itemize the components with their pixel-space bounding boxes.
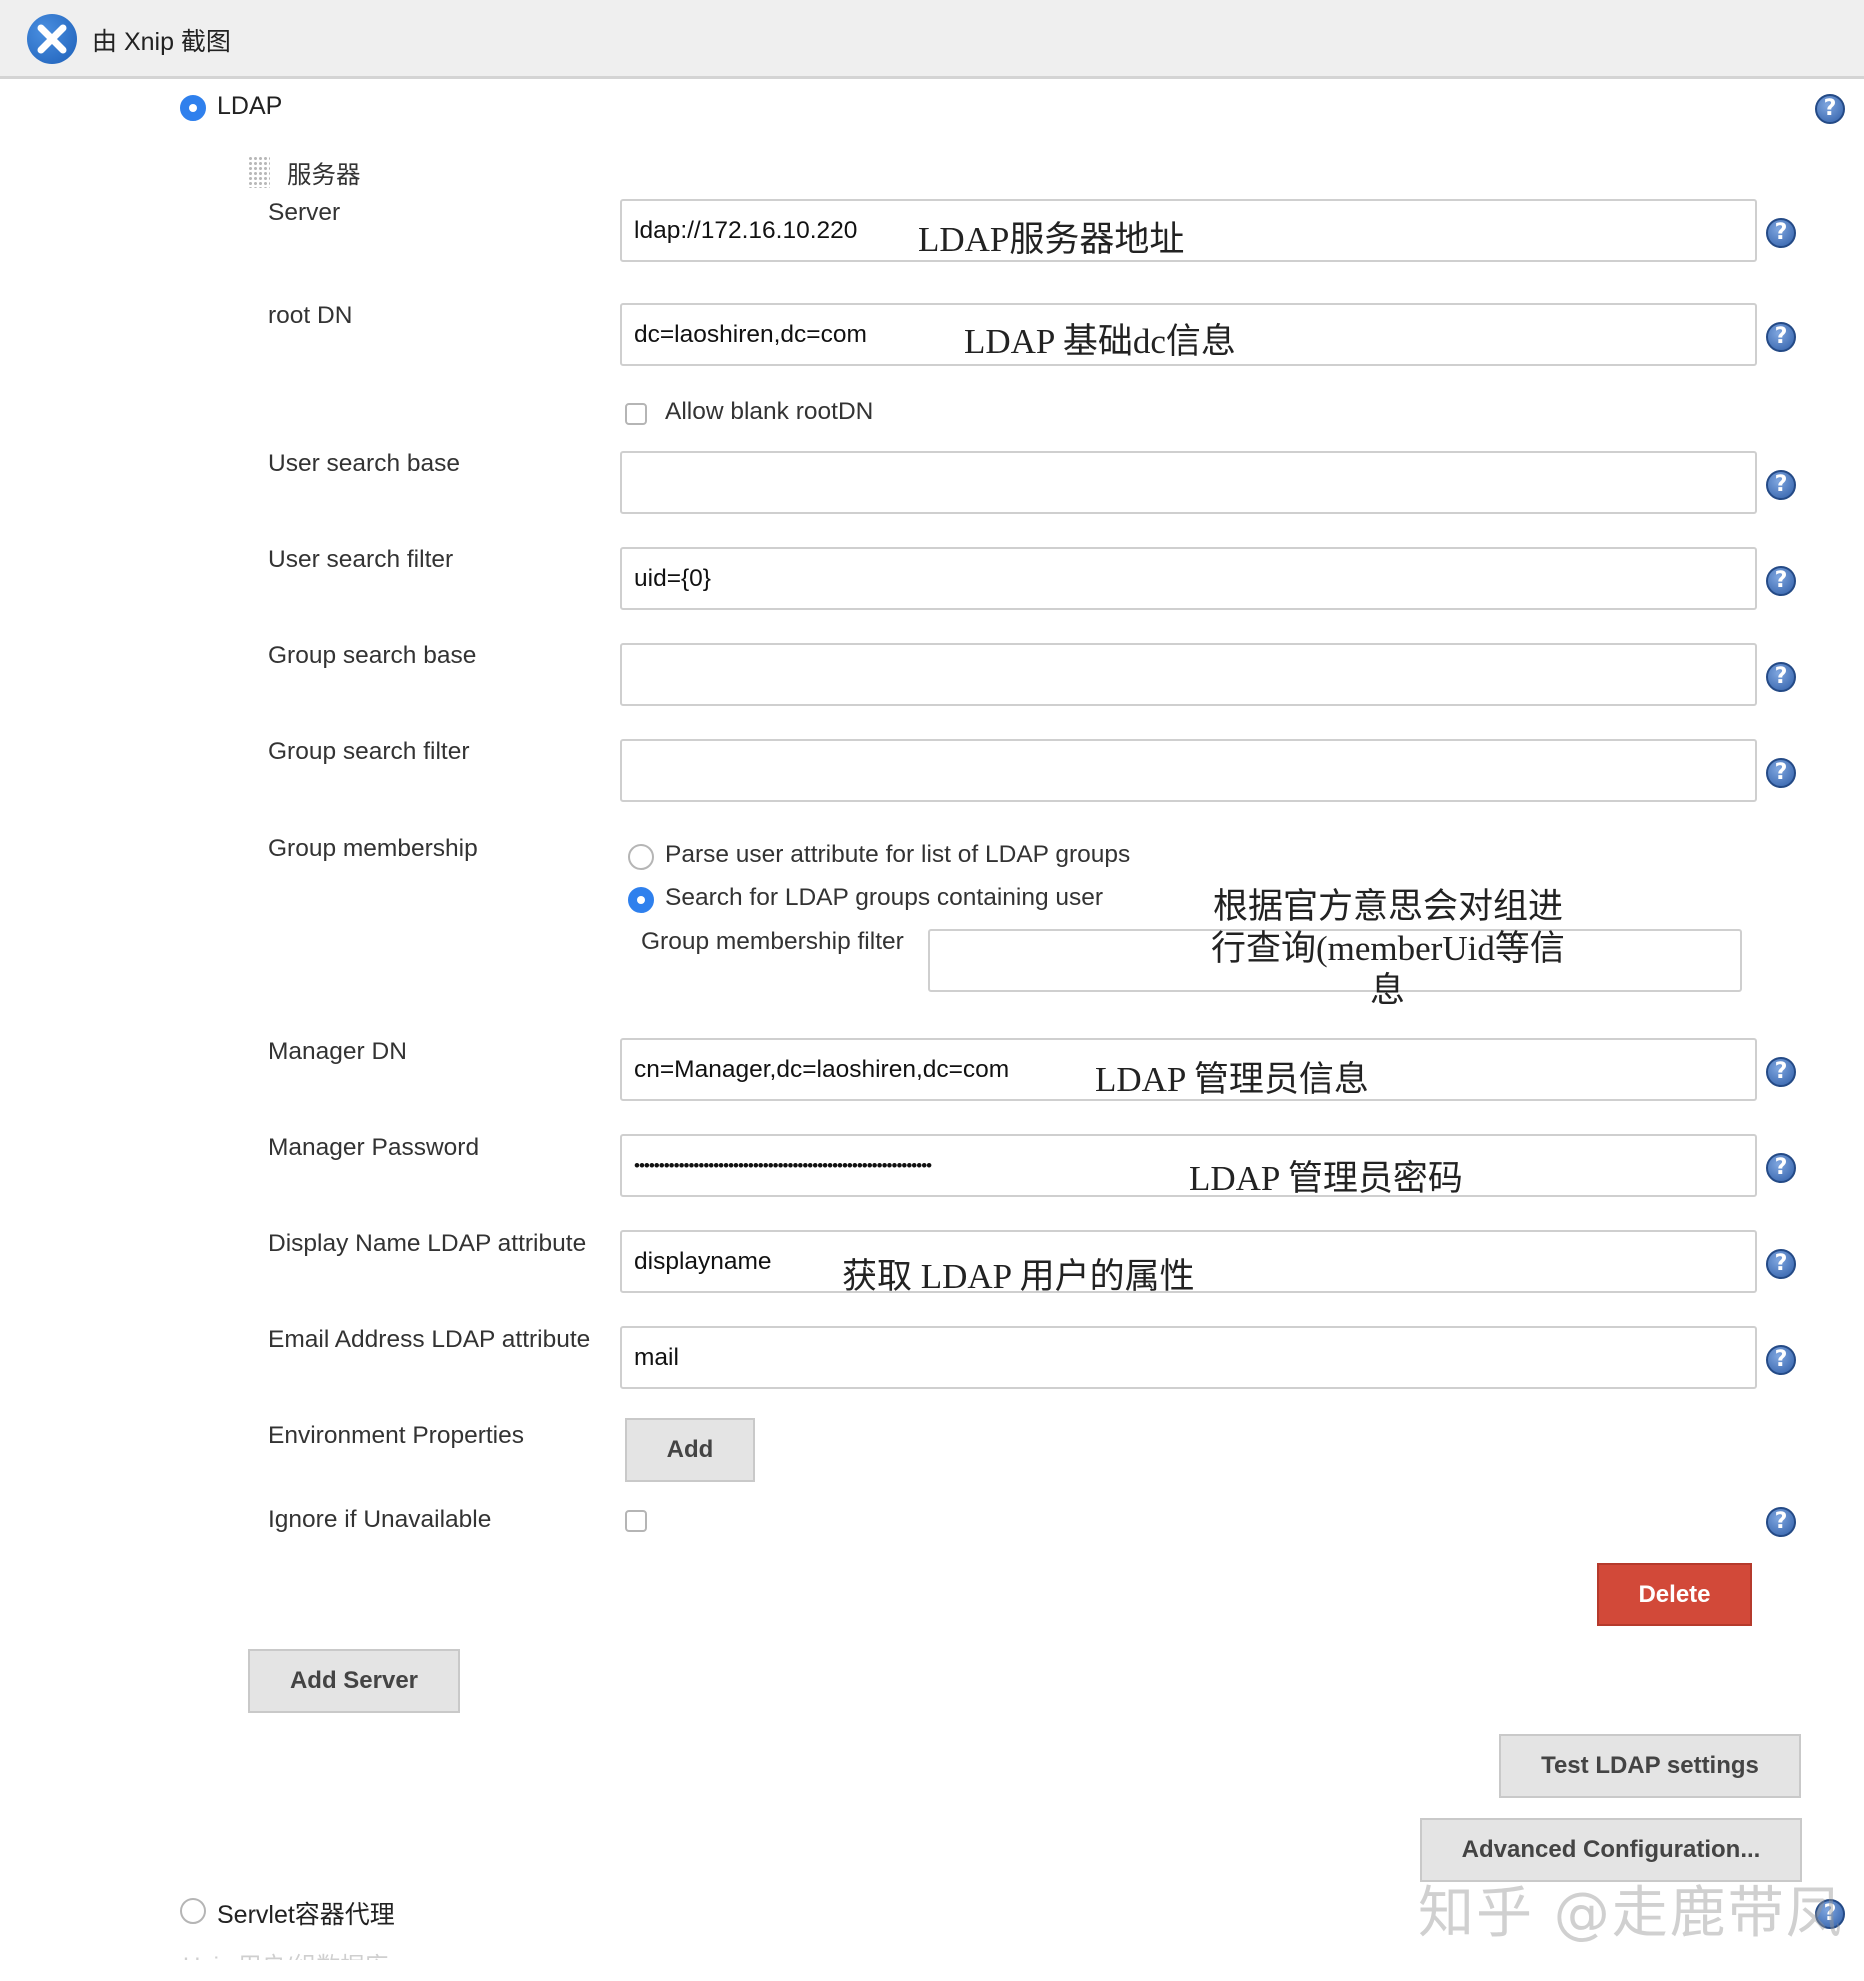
group-search-base-input[interactable] (620, 643, 1757, 706)
ldap-realm-radio[interactable] (180, 95, 206, 121)
server-annotation: LDAP服务器地址 (918, 220, 1185, 259)
root-dn-help-icon[interactable]: ? (1766, 322, 1796, 352)
server-section-label: 服务器 (287, 162, 361, 189)
group-search-filter-help-icon[interactable]: ? (1766, 758, 1796, 788)
servlet-realm-label: Servlet容器代理 (217, 1901, 395, 1929)
group-membership-parse-radio[interactable] (628, 844, 654, 870)
drag-handle-icon[interactable] (248, 156, 270, 188)
zhihu-watermark: 知乎 @走鹿带凤 (1418, 1881, 1844, 1946)
group-membership-search-label: Search for LDAP groups containing user (665, 884, 1104, 911)
root-dn-annotation: LDAP 基础dc信息 (964, 322, 1236, 361)
group-membership-filter-label: Group membership filter (641, 928, 904, 955)
manager-dn-label: Manager DN (268, 1038, 407, 1065)
display-name-attr-label: Display Name LDAP attribute (268, 1230, 587, 1257)
capture-title: 由 Xnip 截图 (92, 28, 231, 56)
server-input[interactable]: ldap://172.16.10.220 (620, 199, 1757, 262)
manager-password-annotation: LDAP 管理员密码 (1189, 1159, 1463, 1198)
user-search-base-input[interactable] (620, 451, 1757, 514)
group-search-base-label: Group search base (268, 642, 477, 669)
manager-dn-help-icon[interactable]: ? (1766, 1057, 1796, 1087)
email-attr-label: Email Address LDAP attribute (268, 1326, 591, 1353)
root-dn-label: root DN (268, 302, 353, 329)
manager-password-help-icon[interactable]: ? (1766, 1153, 1796, 1183)
env-properties-add-button[interactable]: Add (625, 1418, 755, 1482)
env-properties-label: Environment Properties (268, 1422, 525, 1449)
email-attr-input[interactable]: mail (620, 1326, 1757, 1389)
group-search-filter-input[interactable] (620, 739, 1757, 802)
group-membership-parse-label: Parse user attribute for list of LDAP gr… (665, 841, 1131, 868)
email-attr-help-icon[interactable]: ? (1766, 1345, 1796, 1375)
server-label: Server (268, 199, 341, 226)
servlet-realm-radio[interactable] (180, 1898, 206, 1924)
ldap-realm-label: LDAP (217, 92, 283, 120)
ignore-unavailable-checkbox[interactable] (625, 1510, 647, 1532)
group-search-base-help-icon[interactable]: ? (1766, 662, 1796, 692)
delete-server-button[interactable]: Delete (1597, 1563, 1752, 1626)
group-membership-annotation-line-3: 息 (1370, 971, 1406, 1010)
user-search-filter-help-icon[interactable]: ? (1766, 566, 1796, 596)
user-search-filter-input[interactable]: uid={0} (620, 547, 1757, 610)
ldap-help-icon[interactable]: ? (1815, 94, 1845, 124)
unix-realm-label-cutoff: Unix 用户/组数据库 (183, 1953, 389, 1980)
ignore-unavailable-label: Ignore if Unavailable (268, 1506, 492, 1533)
group-search-filter-label: Group search filter (268, 738, 470, 765)
user-search-base-label: User search base (268, 450, 461, 477)
group-membership-search-radio[interactable] (628, 887, 654, 913)
allow-blank-rootdn-label: Allow blank rootDN (665, 398, 874, 425)
xnip-logo-icon (27, 14, 77, 64)
manager-dn-annotation: LDAP 管理员信息 (1095, 1060, 1369, 1099)
test-ldap-settings-button[interactable]: Test LDAP settings (1499, 1734, 1801, 1798)
display-name-attr-help-icon[interactable]: ? (1766, 1249, 1796, 1279)
ignore-unavailable-help-icon[interactable]: ? (1766, 1507, 1796, 1537)
display-name-attr-annotation: 获取 LDAP 用户的属性 (842, 1257, 1195, 1296)
user-search-filter-label: User search filter (268, 546, 454, 573)
capture-title-bar (0, 0, 1864, 79)
allow-blank-rootdn-checkbox[interactable] (625, 403, 647, 425)
user-search-base-help-icon[interactable]: ? (1766, 470, 1796, 500)
add-server-button[interactable]: Add Server (248, 1649, 460, 1713)
server-help-icon[interactable]: ? (1766, 218, 1796, 248)
group-membership-label: Group membership (268, 835, 478, 862)
manager-password-label: Manager Password (268, 1134, 480, 1161)
